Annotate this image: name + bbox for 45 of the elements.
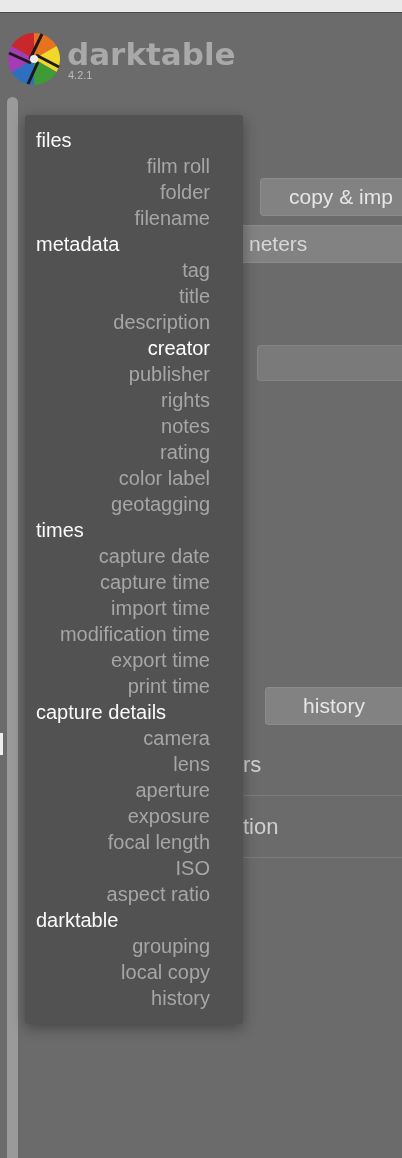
menu-item[interactable]: ISO [175,855,210,881]
menu-group-heading: darktable [36,908,119,933]
menu-item[interactable]: film roll [146,153,210,179]
menu-item[interactable]: capture time [99,569,210,595]
menu-item[interactable]: camera [143,725,210,751]
menu-item[interactable]: local copy [121,959,210,985]
menu-item[interactable]: tag [182,257,210,283]
menu-item[interactable]: description [113,309,210,335]
menu-item[interactable]: aperture [135,777,210,803]
app-name: darktable [67,38,236,70]
copy-import-button[interactable]: copy & imp [260,178,402,216]
edge-marker [0,733,3,755]
menu-item[interactable]: capture date [98,543,210,569]
menu-item[interactable]: aspect ratio [106,881,210,907]
menu-group-heading: capture details [36,700,167,725]
menu-item[interactable]: print time [127,673,210,699]
menu-item[interactable]: notes [161,413,210,439]
history-button[interactable]: history [265,687,402,725]
menu-item[interactable]: import time [111,595,210,621]
menu-item[interactable]: rights [161,387,210,413]
menu-item[interactable]: filename [134,205,210,231]
menu-group-heading: metadata [36,232,120,257]
menu-item[interactable]: creator [147,335,210,361]
menu-item[interactable]: export time [111,647,210,673]
menu-item[interactable]: folder [159,179,210,205]
text-field[interactable] [257,345,402,381]
module-label: rs [243,751,262,778]
parameters-field[interactable]: neters [243,225,402,263]
scrollbar[interactable] [7,97,18,1158]
menu-item[interactable]: modification time [59,621,210,647]
version-label: 4.2.1 [68,70,94,80]
aperture-logo-icon [7,32,61,86]
menu-item[interactable]: color label [118,465,210,491]
menu-item[interactable]: history [151,985,210,1011]
menu-group-heading: files [36,128,72,153]
menu-item[interactable]: focal length [107,829,210,855]
menu-item[interactable]: lens [173,751,210,777]
menu-item[interactable]: exposure [127,803,210,829]
menu-item[interactable]: title [178,283,210,309]
menu-item[interactable]: rating [159,439,210,465]
menu-group-heading: times [36,518,84,543]
module-label: tion [243,813,279,840]
menu-item[interactable]: geotagging [111,491,210,517]
menu-item[interactable]: grouping [132,933,210,959]
menu-item[interactable]: publisher [128,361,210,387]
